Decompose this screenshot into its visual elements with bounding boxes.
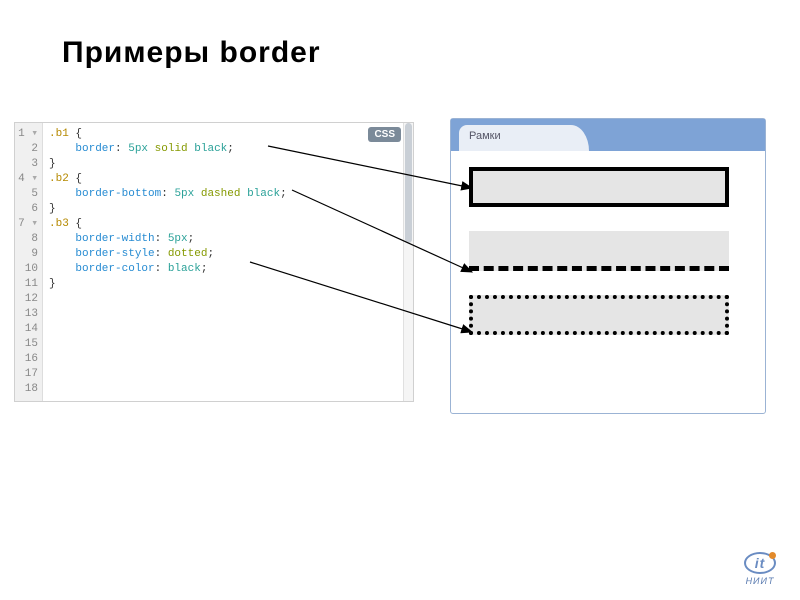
line-number: 4 ▾: [15, 172, 42, 187]
line-number: 14: [15, 322, 42, 337]
line-number: 5: [15, 187, 42, 202]
line-number: 16: [15, 352, 42, 367]
language-badge: CSS: [368, 127, 401, 142]
preview-tab[interactable]: Рамки: [459, 125, 589, 151]
demo-box-dashed-bottom: [469, 231, 729, 271]
logo-icon: it: [744, 552, 776, 574]
line-number: 6: [15, 202, 42, 217]
demo-box-solid: [469, 167, 729, 207]
scrollbar-thumb[interactable]: [405, 123, 412, 243]
line-number-gutter: 1 ▾ 2 3 4 ▾ 5 6 7 ▾ 8 9 10 11 12 13 14 1…: [15, 123, 43, 401]
slide-title: Примеры border: [62, 36, 321, 70]
preview-tabbar: Рамки: [451, 119, 765, 151]
line-number: 17: [15, 367, 42, 382]
logo-dot-icon: [769, 552, 776, 559]
line-number: 15: [15, 337, 42, 352]
code-editor: 1 ▾ 2 3 4 ▾ 5 6 7 ▾ 8 9 10 11 12 13 14 1…: [14, 122, 414, 402]
line-number: 10: [15, 262, 42, 277]
line-number: 7 ▾: [15, 217, 42, 232]
preview-window: Рамки: [450, 118, 766, 414]
line-number: 3: [15, 157, 42, 172]
line-number: 1 ▾: [15, 127, 42, 142]
demo-box-dotted: [469, 295, 729, 335]
code-content[interactable]: .b1 { border: 5px solid black; } .b2 { b…: [43, 123, 403, 401]
preview-body: [451, 151, 765, 413]
logo-text: НИИТ: [744, 576, 776, 586]
line-number: 12: [15, 292, 42, 307]
line-number: 11: [15, 277, 42, 292]
line-number: 13: [15, 307, 42, 322]
line-number: 18: [15, 382, 42, 397]
line-number: 9: [15, 247, 42, 262]
niit-logo: it НИИТ: [744, 552, 776, 586]
line-number: 2: [15, 142, 42, 157]
editor-scrollbar[interactable]: [403, 123, 413, 401]
line-number: 8: [15, 232, 42, 247]
